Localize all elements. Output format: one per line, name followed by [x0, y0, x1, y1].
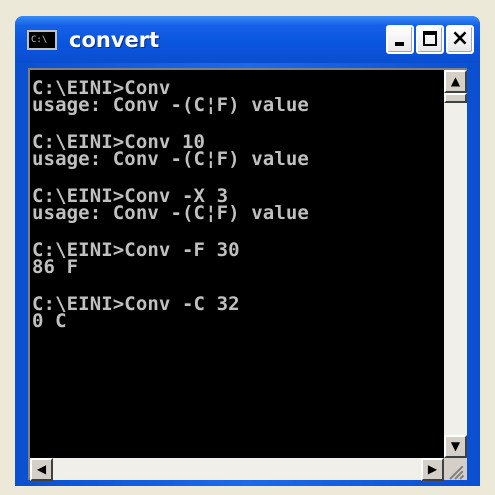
console-line: C:\EINI>Conv -C 32 — [32, 293, 240, 315]
console-output[interactable]: C:\EINI>Conv usage: Conv -(C¦F) value C:… — [30, 70, 444, 458]
maximize-button[interactable] — [416, 25, 444, 54]
up-arrow-icon: ▲ — [450, 74, 461, 88]
resize-grip[interactable] — [444, 458, 467, 480]
title-buttons: × — [386, 25, 474, 54]
console-line: 86 F — [32, 256, 79, 278]
close-icon: × — [450, 26, 470, 51]
console-line: C:\EINI>Conv -F 30 — [32, 239, 240, 261]
vertical-scroll-thumb[interactable] — [444, 93, 467, 103]
grip-line — [459, 474, 465, 480]
console-line: usage: Conv -(C¦F) value — [32, 148, 309, 170]
console-icon[interactable]: C:\ — [27, 29, 57, 50]
scroll-left-button[interactable]: ◀ — [30, 458, 53, 481]
minimize-button[interactable] — [386, 25, 414, 54]
right-arrow-icon: ▶ — [427, 462, 438, 476]
minimize-icon — [395, 42, 404, 46]
maximize-icon — [423, 31, 437, 46]
scroll-up-button[interactable]: ▲ — [444, 70, 467, 93]
scroll-right-button[interactable]: ▶ — [421, 458, 444, 481]
horizontal-scrollbar[interactable]: ◀ ▶ — [30, 458, 444, 481]
left-arrow-icon: ◀ — [36, 462, 47, 476]
scroll-down-button[interactable]: ▼ — [444, 435, 467, 458]
client-area: C:\EINI>Conv usage: Conv -(C¦F) value C:… — [28, 68, 467, 481]
console-line: usage: Conv -(C¦F) value — [32, 202, 309, 224]
down-arrow-icon: ▼ — [450, 439, 461, 453]
vertical-scrollbar[interactable]: ▲ ▼ — [444, 70, 467, 458]
window-title: convert — [69, 27, 160, 52]
console-line: usage: Conv -(C¦F) value — [32, 94, 309, 116]
console-line: 0 C — [32, 310, 67, 332]
title-bar[interactable]: C:\ convert × — [15, 16, 480, 63]
close-button[interactable]: × — [446, 25, 474, 54]
